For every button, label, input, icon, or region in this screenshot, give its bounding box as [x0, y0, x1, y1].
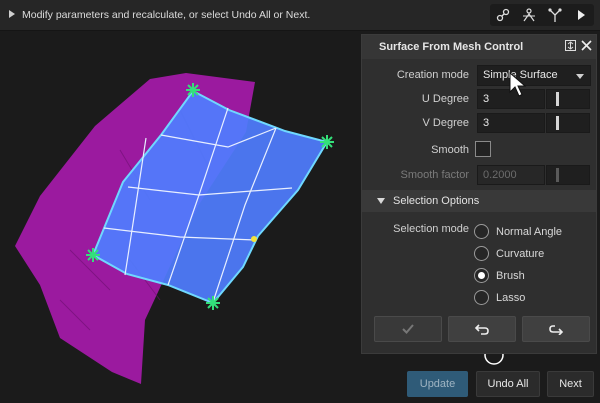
radio-normal-angle[interactable]: [474, 224, 489, 239]
play-icon[interactable]: [571, 6, 591, 24]
undo-icon: [474, 324, 489, 335]
collapse-triangle-icon: [377, 198, 385, 204]
node-link-icon[interactable]: [493, 6, 513, 24]
transform-icon[interactable]: [519, 6, 539, 24]
close-icon[interactable]: [581, 40, 592, 51]
u-degree-value: 3: [483, 93, 490, 105]
branch-icon[interactable]: [545, 6, 565, 24]
smooth-factor-value: 0.2000: [483, 169, 517, 181]
radio-brush[interactable]: [474, 268, 489, 283]
smooth-label: Smooth: [431, 144, 469, 156]
toolbar: [490, 4, 594, 26]
smooth-factor-label: Smooth factor: [400, 169, 469, 181]
slider-handle[interactable]: [556, 116, 559, 130]
redo-button[interactable]: [522, 316, 590, 342]
smooth-checkbox[interactable]: [475, 141, 491, 157]
u-degree-label: U Degree: [421, 93, 469, 105]
v-degree-label: V Degree: [422, 117, 469, 129]
next-button[interactable]: Next: [547, 371, 594, 397]
smooth-factor-field: 0.2000: [477, 165, 545, 185]
slider-handle[interactable]: [556, 92, 559, 106]
accept-icon: [402, 324, 414, 334]
v-degree-field[interactable]: 3: [477, 113, 545, 133]
expand-message-icon[interactable]: [9, 10, 15, 18]
chevron-down-icon: [576, 74, 584, 79]
radio-label-curvature[interactable]: Curvature: [496, 248, 544, 260]
radio-lasso[interactable]: [474, 290, 489, 305]
surface-from-mesh-panel: Surface From Mesh Control Creation mode …: [361, 34, 597, 354]
panel-title: Surface From Mesh Control: [379, 41, 524, 53]
radio-label-brush[interactable]: Brush: [496, 270, 525, 282]
slider-handle: [556, 168, 559, 182]
creation-mode-label: Creation mode: [396, 69, 469, 81]
accept-button[interactable]: [374, 316, 442, 342]
radio-label-lasso[interactable]: Lasso: [496, 292, 525, 304]
selection-options-header[interactable]: Selection Options: [362, 190, 596, 212]
radio-label-normal-angle[interactable]: Normal Angle: [496, 226, 562, 238]
panel-header[interactable]: Surface From Mesh Control: [362, 35, 596, 59]
v-degree-value: 3: [483, 117, 490, 129]
undo-button[interactable]: [448, 316, 516, 342]
selection-mode-label: Selection mode: [393, 223, 469, 235]
creation-mode-select[interactable]: Simple Surface: [477, 65, 591, 86]
mouse-cursor-icon: [509, 72, 527, 97]
pin-icon[interactable]: [565, 40, 576, 51]
undo-all-button[interactable]: Undo All: [476, 371, 540, 397]
radio-curvature[interactable]: [474, 246, 489, 261]
top-message-bar: Modify parameters and recalculate, or se…: [0, 0, 600, 31]
redo-icon: [549, 325, 564, 335]
smooth-factor-slider: [546, 165, 590, 185]
instruction-message: Modify parameters and recalculate, or se…: [22, 9, 311, 21]
u-degree-slider[interactable]: [546, 89, 590, 109]
v-degree-slider[interactable]: [546, 113, 590, 133]
selection-options-title: Selection Options: [393, 195, 480, 207]
update-button[interactable]: Update: [407, 371, 468, 397]
